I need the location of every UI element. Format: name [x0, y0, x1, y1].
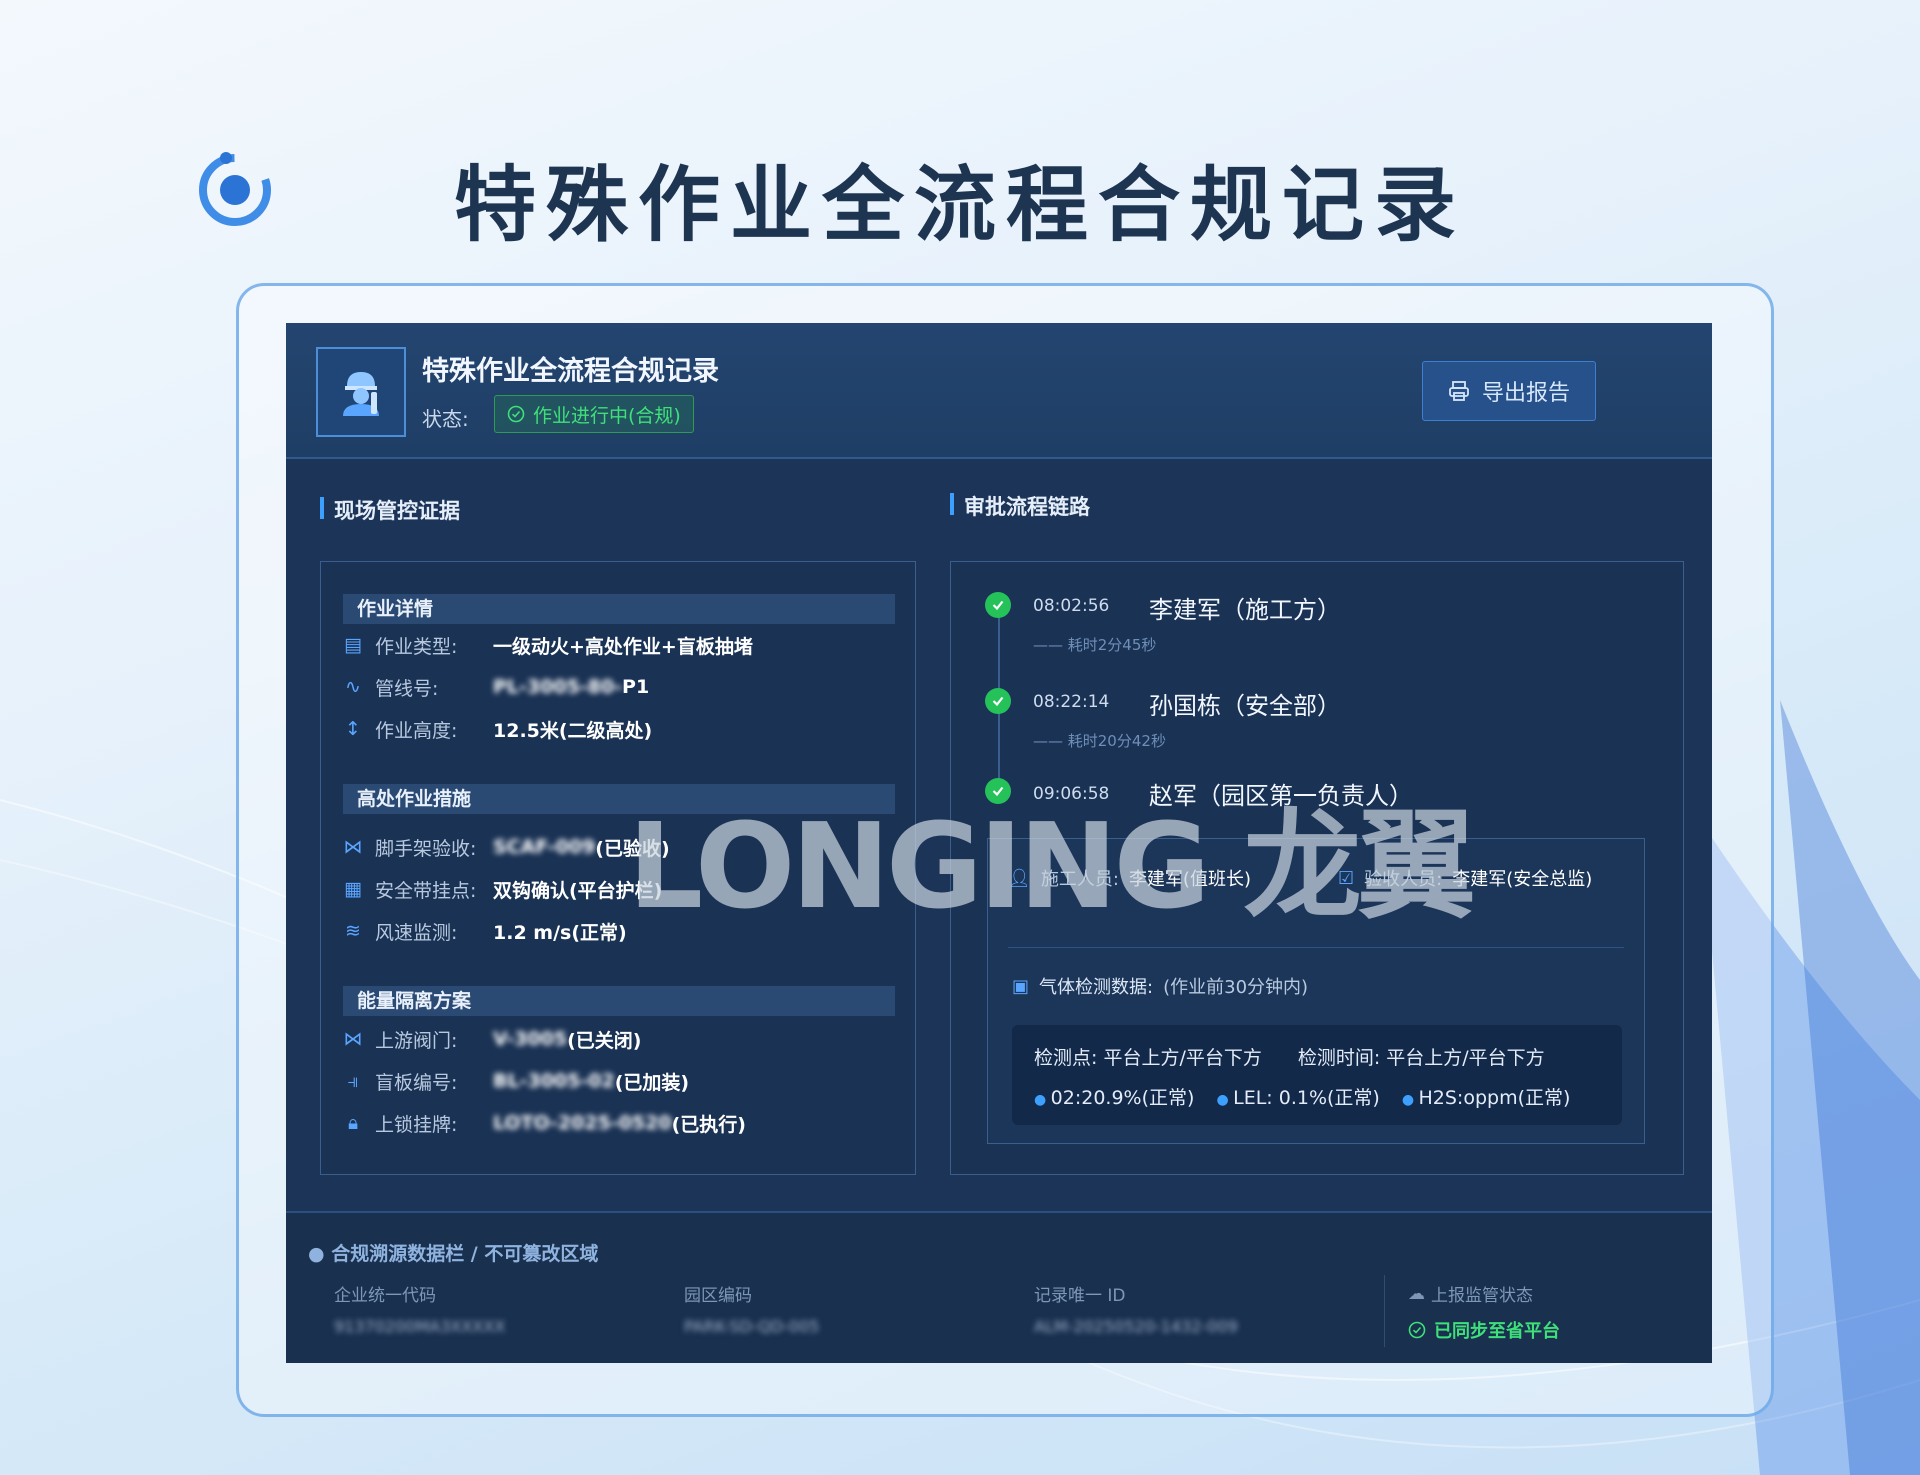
- panel-header: 特殊作业全流程合规记录 状态: 作业进行中(合规) 导出报告: [286, 323, 1712, 459]
- detail-row-blind-plate: ⫣ 盲板编号: BL-3005-02 (已加装): [343, 1066, 689, 1096]
- export-report-button[interactable]: 导出报告: [1422, 361, 1596, 421]
- detail-row-valve: ⋈ 上游阀门: V-3005 (已关闭): [343, 1028, 642, 1052]
- field-value: ALM-20250520-1432-009: [1034, 1317, 1238, 1336]
- wind-icon: ≋: [345, 920, 361, 942]
- group-title: 作业详情: [343, 594, 895, 624]
- cloud-upload-icon: ☁: [1408, 1283, 1425, 1304]
- field-label: 记录唯一 ID: [1034, 1286, 1126, 1306]
- detail-row-height: ↕ 作业高度: 12.5米(二级高处): [343, 714, 652, 744]
- export-label: 导出报告: [1481, 381, 1570, 406]
- step-approver: 孙国栋（安全部）: [1149, 692, 1341, 720]
- group-title: 能量隔离方案: [343, 986, 895, 1016]
- field-label: 园区编码: [684, 1286, 752, 1306]
- traceability-footer: ● 合规溯源数据栏 / 不可篡改区域 企业统一代码 91370200MA3XXX…: [286, 1211, 1712, 1363]
- detail-row-scaffold: ⋈ 脚手架验收: SCAF-009 (已验收): [343, 836, 670, 860]
- report-status-value: 已同步至省平台: [1408, 1317, 1560, 1343]
- gas-detection-title: ▣ 气体检测数据: (作业前30分钟内): [1012, 975, 1309, 999]
- scaffold-icon: ⋈: [343, 836, 363, 858]
- pipeline-icon: ∿: [345, 676, 361, 698]
- report-status-label: ☁ 上报监管状态: [1408, 1283, 1533, 1307]
- field-value: 91370200MA3XXXXX: [334, 1317, 506, 1336]
- step-time: 08:22:14: [1033, 692, 1110, 712]
- check-circle-icon: [507, 405, 525, 423]
- harness-icon: ▦: [344, 878, 362, 900]
- step-time: 08:02:56: [1033, 596, 1110, 616]
- check-icon: [985, 688, 1011, 714]
- worker-icon: [316, 347, 406, 437]
- status-label: 状态:: [422, 407, 469, 431]
- check-circle-icon: [1408, 1321, 1426, 1339]
- status-badge: 作业进行中(合规): [494, 395, 694, 433]
- lock-icon: 🔒︎: [347, 1112, 359, 1134]
- detail-row-type: ▤ 作业类型: 一级动火+高处作业+盲板抽堵: [344, 634, 753, 658]
- status-text: 作业进行中(合规): [533, 404, 681, 427]
- section-title-approval: 审批流程链路: [950, 491, 1090, 521]
- page-title: 特殊作业全流程合规记录: [453, 157, 1466, 253]
- height-icon: ↕: [345, 718, 361, 740]
- detail-row-pipeline: ∿ 管线号: PL-3005-80- P1: [343, 672, 649, 702]
- watermark: LONGING 龙翼: [628, 797, 1476, 935]
- detail-row-wind: ≋ 风速监测: 1.2 m/s(正常): [343, 916, 627, 946]
- blind-plate-icon: ⫣: [347, 1070, 359, 1092]
- gas-meta: 检测点: 平台上方/平台下方 检测时间: 平台上方/平台下方: [1034, 1047, 1545, 1069]
- gas-values: 02:20.9%(正常) LEL: 0.1%(正常) H2S:oppm(正常): [1034, 1083, 1571, 1110]
- step-approver: 李建军（施工方）: [1149, 596, 1341, 624]
- check-icon: [985, 592, 1011, 618]
- step-duration: —— 耗时2分45秒: [1033, 636, 1157, 654]
- document-icon: ▤: [344, 634, 362, 656]
- field-label: 企业统一代码: [334, 1286, 436, 1306]
- detail-row-harness: ▦ 安全带挂点: 双钩确认(平台护栏): [344, 878, 663, 902]
- valve-icon: ⋈: [343, 1028, 363, 1050]
- panel-title: 特殊作业全流程合规记录: [422, 356, 719, 387]
- section-title-evidence: 现场管控证据: [320, 495, 460, 525]
- detail-row-lockout: 🔒︎ 上锁挂牌: LOTO-2025-0520 (已执行): [343, 1108, 746, 1138]
- printer-icon: [1449, 381, 1469, 401]
- monitor-icon: ▣: [1012, 975, 1030, 997]
- divider: [1384, 1275, 1385, 1347]
- gas-data-box: 检测点: 平台上方/平台下方 检测时间: 平台上方/平台下方 02:20.9%(…: [1012, 1025, 1622, 1125]
- divider: [1008, 947, 1624, 948]
- footer-title: ● 合规溯源数据栏 / 不可篡改区域: [308, 1243, 599, 1265]
- field-value: PARK-SD-QD-005: [684, 1317, 820, 1336]
- step-duration: —— 耗时20分42秒: [1033, 732, 1166, 750]
